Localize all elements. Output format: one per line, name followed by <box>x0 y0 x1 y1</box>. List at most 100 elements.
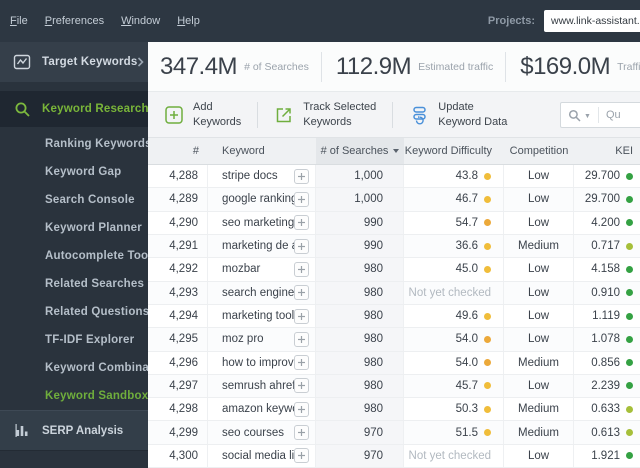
table-row[interactable]: 4,300 social media list... 970 Not yet chec… <box>148 444 640 468</box>
add-to-tracking-button[interactable] <box>294 378 309 394</box>
kei-cell: 1.119 <box>574 305 640 327</box>
competition-cell: Low <box>504 304 574 328</box>
kei-value: 0.613 <box>591 426 620 439</box>
keyword-text: semrush ahrefs <box>222 379 294 392</box>
column-header-keyword[interactable]: Keyword <box>208 138 316 164</box>
row-number: 4,291 <box>148 234 208 258</box>
kei-dot <box>626 335 633 343</box>
kei-cell: 4.158 <box>574 258 640 280</box>
add-to-tracking-button[interactable] <box>294 168 309 184</box>
searches-cell: 970 <box>316 421 404 444</box>
table-row[interactable]: 4,290 seo marketing a... 990 54.7 Low 4.200 <box>148 211 640 235</box>
sidebar-item-keyword-combinations[interactable]: Keyword Combinations <box>0 354 177 382</box>
kei-value: 0.856 <box>591 356 620 369</box>
searches-cell: 980 <box>316 281 404 304</box>
add-to-tracking-button[interactable] <box>294 191 309 207</box>
row-number: 4,297 <box>148 374 208 398</box>
add-to-tracking-button[interactable] <box>294 425 309 441</box>
add-to-tracking-button[interactable] <box>294 331 309 347</box>
difficulty-dot <box>484 219 491 227</box>
table-row[interactable]: 4,291 marketing de afil... 990 36.6 Medium 0.… <box>148 234 640 259</box>
sidebar-item-keyword-sandbox[interactable]: Keyword Sandbox <box>0 382 148 410</box>
keyword-table-body: 4,288 stripe docs 1,000 43.8 Low 29.700 4,289 g… <box>148 165 640 468</box>
kei-cell: 0.717 <box>574 235 640 257</box>
kei-cell: 0.613 <box>574 421 640 443</box>
sidebar-item-tf-idf-explorer[interactable]: TF-IDF Explorer <box>0 326 148 354</box>
add-to-tracking-button[interactable] <box>294 238 309 254</box>
column-header-difficulty[interactable]: Keyword Difficulty <box>404 138 504 164</box>
keyword-text: mozbar <box>222 263 261 276</box>
kei-value: 29.700 <box>584 193 620 206</box>
sidebar-item-target-keywords[interactable]: Target Keywords <box>0 42 148 82</box>
kei-cell: 0.910 <box>574 282 640 304</box>
main-panel: 347.4M # of Searches 112.9M Estimated traff… <box>148 42 640 468</box>
sidebar-item-autocomplete-tools[interactable]: Autocomplete Tools <box>0 242 158 270</box>
sidebar-item-related-searches[interactable]: Related Searches <box>0 270 148 298</box>
search-icon <box>13 100 31 118</box>
table-row[interactable]: 4,299 seo courses 970 51.5 Medium 0.613 <box>148 421 640 445</box>
table-row[interactable]: 4,292 mozbar 980 45.0 Low 4.158 <box>148 258 640 282</box>
table-row[interactable]: 4,288 stripe docs 1,000 43.8 Low 29.700 <box>148 165 640 189</box>
difficulty-value: 46.7 <box>455 193 478 206</box>
table-row[interactable]: 4,295 moz pro 980 54.0 Low 1.078 <box>148 328 640 352</box>
table-row[interactable]: 4,293 search engine o... 980 Not yet checke… <box>148 281 640 305</box>
menu-item-file[interactable]: File <box>10 15 28 27</box>
column-header-competition[interactable]: Competition <box>504 138 574 164</box>
difficulty-cell: Not yet checked <box>404 281 504 304</box>
menu-item-help[interactable]: Help <box>177 15 200 27</box>
kei-value: 1.921 <box>591 449 620 462</box>
kei-dot <box>626 289 633 297</box>
difficulty-cell: 51.5 <box>404 421 504 444</box>
searches-cell: 980 <box>316 258 404 281</box>
projects-label: Projects: <box>487 15 535 27</box>
arrow-up-right-icon <box>274 105 294 125</box>
competition-cell: Low <box>504 258 574 281</box>
table-row[interactable]: 4,297 semrush ahrefs 980 45.7 Low 2.239 <box>148 374 640 399</box>
kei-value: 29.700 <box>584 170 620 183</box>
sidebar-item-serp-analysis[interactable]: SERP Analysis <box>0 410 148 450</box>
menu-item-window[interactable]: Window <box>121 15 160 27</box>
stat-label: Estimated traffic <box>418 60 494 73</box>
sidebar-divider <box>0 82 148 91</box>
difficulty-cell: 45.7 <box>404 374 504 398</box>
chevron-right-icon <box>137 57 145 67</box>
add-to-tracking-button[interactable] <box>294 355 309 371</box>
column-header-searches[interactable]: # of Searches <box>316 138 404 164</box>
sidebar-item-related-questions[interactable]: Related Questions <box>0 298 149 326</box>
sidebar-item-keyword-research[interactable]: Keyword Research <box>0 91 159 127</box>
sidebar-item-search-console[interactable]: Search Console <box>0 186 148 214</box>
keyword-cell: how to improve ... <box>208 351 316 374</box>
update-keyword-data-button[interactable]: Update Keyword Data <box>409 100 507 129</box>
menu-item-preferences[interactable]: Preferences <box>45 15 104 27</box>
kei-cell: 0.633 <box>574 398 640 420</box>
table-row[interactable]: 4,298 amazon keywor... 980 50.3 Medium 0.633 <box>148 398 640 422</box>
add-to-tracking-button[interactable] <box>294 448 309 464</box>
competition-cell: Medium <box>504 398 574 421</box>
sidebar-item-ranking-keywords[interactable]: Ranking Keywords <box>0 130 152 158</box>
toolbar-divider <box>257 101 259 128</box>
sidebar-item-keyword-planner[interactable]: Keyword Planner <box>0 214 148 242</box>
column-header-kei[interactable]: KEI <box>574 138 640 164</box>
toolbar: Add Keywords Track Selected Keywords Update K… <box>148 92 640 138</box>
toolbar-buttons: Add Keywords Track Selected Keywords Update K… <box>164 100 507 129</box>
add-to-tracking-button[interactable] <box>294 308 309 324</box>
searches-cell: 1,000 <box>316 188 404 211</box>
table-row[interactable]: 4,296 how to improve ... 980 54.0 Medium 0.85… <box>148 351 640 375</box>
table-row[interactable]: 4,294 marketing tools 980 49.6 Low 1.119 <box>148 304 640 329</box>
table-row[interactable]: 4,289 google ranking tr... 1,000 46.7 Low 29.… <box>148 188 640 212</box>
difficulty-cell: Not yet checked <box>404 444 504 468</box>
keyword-cell: seo courses <box>208 421 316 444</box>
quick-filter-search[interactable]: ▼ Qu <box>560 102 640 128</box>
column-header-index[interactable]: # <box>148 138 208 164</box>
add-keywords-button[interactable]: Add Keywords <box>164 100 241 129</box>
add-to-tracking-button[interactable] <box>294 401 309 417</box>
difficulty-cell: 46.7 <box>404 188 504 211</box>
searches-cell: 1,000 <box>316 165 404 188</box>
kei-dot <box>626 242 633 250</box>
add-to-tracking-button[interactable] <box>294 261 309 277</box>
sidebar-item-keyword-gap[interactable]: Keyword Gap <box>0 158 148 186</box>
add-to-tracking-button[interactable] <box>294 215 309 231</box>
add-to-tracking-button[interactable] <box>294 285 309 301</box>
project-selector[interactable]: www.link-assistant.co <box>544 10 640 32</box>
track-selected-keywords-button[interactable]: Track Selected Keywords <box>274 100 376 129</box>
